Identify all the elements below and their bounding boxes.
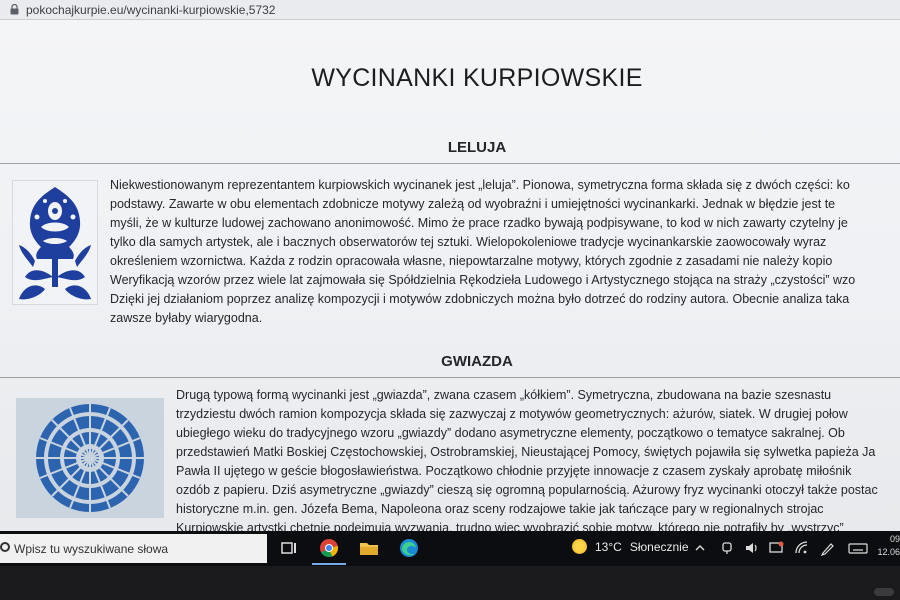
section-divider bbox=[0, 377, 900, 378]
taskbar: Wpisz tu wyszukiwane słowa 13°C Słoneczn… bbox=[0, 531, 900, 566]
taskbar-search[interactable]: Wpisz tu wyszukiwane słowa bbox=[0, 534, 267, 563]
paragraph-line: określeniem wzornictwa. Każda z rodzin o… bbox=[110, 254, 833, 268]
chevron-up-icon[interactable] bbox=[694, 540, 706, 556]
paragraph-line: Pawła II ujętego w geście błogosławieńst… bbox=[176, 464, 852, 478]
chrome-icon[interactable] bbox=[318, 537, 340, 559]
pen-icon[interactable] bbox=[820, 540, 834, 556]
paragraph-line: Kurpiowskie artystki chętnie podejmują w… bbox=[176, 521, 844, 531]
meet-now-icon[interactable] bbox=[720, 540, 734, 556]
paragraph-line: Drugą typową formą wycinanki jest „gwiaz… bbox=[176, 388, 832, 402]
active-app-indicator bbox=[312, 563, 346, 565]
edge-icon[interactable] bbox=[398, 537, 420, 559]
paragraph-line: myśli, że w kulturze ludowej zachowano a… bbox=[110, 216, 848, 230]
search-icon bbox=[0, 542, 10, 552]
keyboard-icon[interactable] bbox=[848, 540, 868, 556]
screen-capture-icon[interactable] bbox=[768, 540, 784, 556]
paragraph-line: tylko dla samych artystek, ale i bacznyc… bbox=[110, 235, 827, 249]
paragraph-line: trzydziestu dwóch ramion kompozycja skła… bbox=[176, 407, 848, 421]
paragraph-line: historyczne m.in. gen. Józefa Bema, Napo… bbox=[176, 502, 824, 516]
file-explorer-icon[interactable] bbox=[358, 537, 380, 559]
clock-time: 09 bbox=[889, 534, 900, 544]
lock-icon bbox=[10, 4, 19, 15]
paragraph-line: podstawy. Zawarte w obu elementach zdobn… bbox=[110, 197, 836, 211]
gwiazda-image bbox=[16, 398, 164, 518]
clock-date: 12.06 bbox=[877, 547, 900, 557]
system-clock[interactable]: 09 12.06 bbox=[872, 533, 900, 559]
section-heading-gwiazda: GWIAZDA bbox=[441, 353, 513, 370]
weather-temp: 13°C bbox=[595, 539, 622, 554]
wifi-icon[interactable] bbox=[794, 540, 808, 556]
volume-icon[interactable] bbox=[744, 540, 758, 556]
leluja-image bbox=[12, 180, 98, 305]
section-divider bbox=[0, 163, 900, 164]
paragraph-line: ubiegłego wieku do tradycyjnego wzoru „g… bbox=[176, 426, 845, 440]
leluja-paragraph: Niekwestionowanym reprezentantem kurpiow… bbox=[110, 176, 900, 328]
search-placeholder: Wpisz tu wyszukiwane słowa bbox=[14, 541, 169, 556]
paragraph-line: ozdób z papieru. Dziś asymetryczne „gwia… bbox=[176, 483, 878, 497]
monitor-bezel bbox=[0, 566, 900, 600]
paragraph-line: Weryfikacją wzorów przez wiele lat zajmo… bbox=[110, 273, 856, 287]
paragraph-line: Dzięki jej działaniom poprzez analizę ko… bbox=[110, 292, 850, 306]
section-heading-leluja: LELUJA bbox=[447, 139, 507, 156]
sun-icon bbox=[572, 539, 587, 554]
weather-widget[interactable]: 13°C Słonecznie bbox=[572, 539, 689, 554]
gwiazda-paragraph: Drugą typową formą wycinanki jest „gwiaz… bbox=[176, 386, 900, 531]
task-view-icon[interactable] bbox=[278, 537, 300, 559]
paragraph-line: zawsze byłaby wiarygodna. bbox=[110, 311, 263, 325]
web-page: WYCINANKI KURPIOWSKIE LELUJA Niekwestion… bbox=[0, 20, 900, 531]
address-bar[interactable]: pokochajkurpie.eu/wycinanki-kurpiowskie,… bbox=[0, 0, 900, 20]
paragraph-line: Niekwestionowanym reprezentantem kurpiow… bbox=[110, 178, 850, 192]
url-text: pokochajkurpie.eu/wycinanki-kurpiowskie,… bbox=[26, 2, 276, 17]
weather-condition: Słonecznie bbox=[629, 539, 689, 554]
paragraph-line: przedstawień Matki Boskiej Częstochowski… bbox=[176, 445, 876, 459]
page-title: WYCINANKI KURPIOWSKIE bbox=[311, 64, 643, 92]
bezel-reflection bbox=[874, 588, 894, 596]
